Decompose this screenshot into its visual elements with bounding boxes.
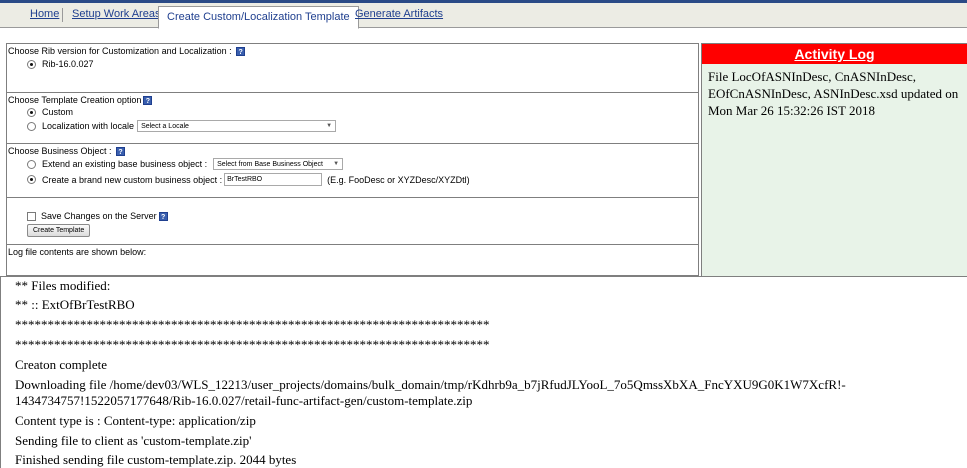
log-line: Creaton complete bbox=[15, 357, 108, 372]
tab-home[interactable]: Home bbox=[30, 8, 59, 20]
base-object-select[interactable]: Select from Base Business Object ▼ bbox=[213, 158, 344, 170]
localization-option[interactable]: Localization with locale Select a Locale… bbox=[27, 120, 337, 132]
tab-setup-work-areas[interactable]: Setup Work Areas bbox=[72, 8, 160, 20]
log-line: ****************************************… bbox=[15, 317, 490, 332]
localization-label: Localization with locale bbox=[42, 121, 135, 131]
help-icon[interactable]: ? bbox=[116, 147, 126, 156]
rib-version-panel: Choose Rib version for Customization and… bbox=[6, 43, 699, 93]
log-line: Sending file to client as 'custom-templa… bbox=[15, 433, 252, 448]
help-icon[interactable]: ? bbox=[158, 211, 168, 221]
template-option-title: Choose Template Creation option bbox=[8, 95, 142, 105]
save-panel: Save Changes on the Server? Create Templ… bbox=[6, 197, 699, 245]
locale-select[interactable]: Select a Locale ▼ bbox=[137, 120, 337, 132]
business-object-title: Choose Business Object : bbox=[8, 146, 115, 156]
activity-log-line: EOfCnASNInDesc, ASNInDesc.xsd updated on bbox=[708, 86, 959, 101]
tab-generate-artifacts[interactable]: Generate Artifacts bbox=[355, 8, 443, 20]
log-output: ** Files modified: ** :: ExtOfBrTestRBO … bbox=[0, 276, 967, 468]
rib-version-label: Rib-16.0.027 bbox=[42, 59, 94, 69]
log-line: ** Files modified: bbox=[15, 278, 111, 293]
locale-select-value: Select a Locale bbox=[141, 122, 189, 130]
log-line: ** :: ExtOfBrTestRBO bbox=[15, 297, 135, 312]
business-object-panel: Choose Business Object : ? Extend an exi… bbox=[6, 143, 699, 198]
log-line: Downloading file /home/dev03/WLS_12213/u… bbox=[15, 377, 846, 392]
create-option[interactable]: Create a brand new custom business objec… bbox=[27, 173, 470, 186]
rib-version-option[interactable]: Rib-16.0.027 bbox=[27, 59, 94, 69]
custom-option[interactable]: Custom bbox=[27, 107, 73, 117]
save-changes-label: Save Changes on the Server bbox=[41, 211, 157, 221]
activity-log-panel: Activity Log File LocOfASNInDesc, CnASNI… bbox=[701, 43, 967, 277]
business-object-heading: Choose Business Object : ? bbox=[8, 146, 126, 156]
activity-log-line: Mon Mar 26 15:32:26 IST 2018 bbox=[708, 103, 875, 118]
tab-create-template[interactable]: Create Custom/Localization Template bbox=[158, 6, 359, 29]
rib-version-heading: Choose Rib version for Customization and… bbox=[8, 46, 246, 56]
create-radio[interactable] bbox=[27, 175, 36, 184]
extend-option[interactable]: Extend an existing base business object … bbox=[27, 158, 344, 170]
activity-log-title: Activity Log bbox=[702, 44, 967, 64]
log-line: Finished sending file custom-template.zi… bbox=[15, 452, 297, 467]
activity-log-line: File LocOfASNInDesc, CnASNInDesc, bbox=[708, 69, 916, 84]
custom-radio[interactable] bbox=[27, 107, 36, 117]
template-option-panel: Choose Template Creation option? Custom … bbox=[6, 92, 699, 144]
extend-radio[interactable] bbox=[27, 159, 36, 169]
create-template-button[interactable]: Create Template bbox=[27, 224, 91, 237]
extend-label: Extend an existing base business object … bbox=[42, 159, 208, 169]
template-option-heading: Choose Template Creation option? bbox=[8, 95, 153, 105]
help-icon[interactable]: ? bbox=[236, 47, 246, 56]
save-changes-option[interactable]: Save Changes on the Server? bbox=[27, 211, 168, 221]
custom-label: Custom bbox=[42, 107, 74, 117]
log-line: 1434734757!1522057177648/Rib-16.0.027/re… bbox=[15, 393, 473, 408]
rib-version-title: Choose Rib version for Customization and… bbox=[8, 46, 235, 56]
log-caption-panel: Log file contents are shown below: bbox=[6, 244, 699, 276]
chevron-down-icon: ▼ bbox=[333, 161, 340, 167]
create-hint: (E.g. FooDesc or XYZDesc/XYZDtl) bbox=[327, 174, 470, 185]
base-object-select-value: Select from Base Business Object bbox=[217, 160, 323, 168]
rib-version-radio[interactable] bbox=[27, 59, 36, 69]
activity-log-body: File LocOfASNInDesc, CnASNInDesc, EOfCnA… bbox=[702, 64, 967, 276]
save-changes-checkbox[interactable] bbox=[27, 211, 36, 221]
custom-object-name-input[interactable]: BrTestRBO bbox=[224, 173, 323, 186]
help-icon[interactable]: ? bbox=[143, 96, 153, 105]
localization-radio[interactable] bbox=[27, 121, 36, 131]
create-label: Create a brand new custom business objec… bbox=[42, 174, 223, 185]
tab-divider bbox=[62, 8, 63, 22]
log-line: ****************************************… bbox=[15, 337, 490, 352]
log-line: Content type is : Content-type: applicat… bbox=[15, 413, 256, 428]
chevron-down-icon: ▼ bbox=[326, 123, 333, 129]
tab-bar: Home Setup Work Areas Create Custom/Loca… bbox=[0, 3, 967, 29]
log-caption: Log file contents are shown below: bbox=[8, 247, 147, 257]
